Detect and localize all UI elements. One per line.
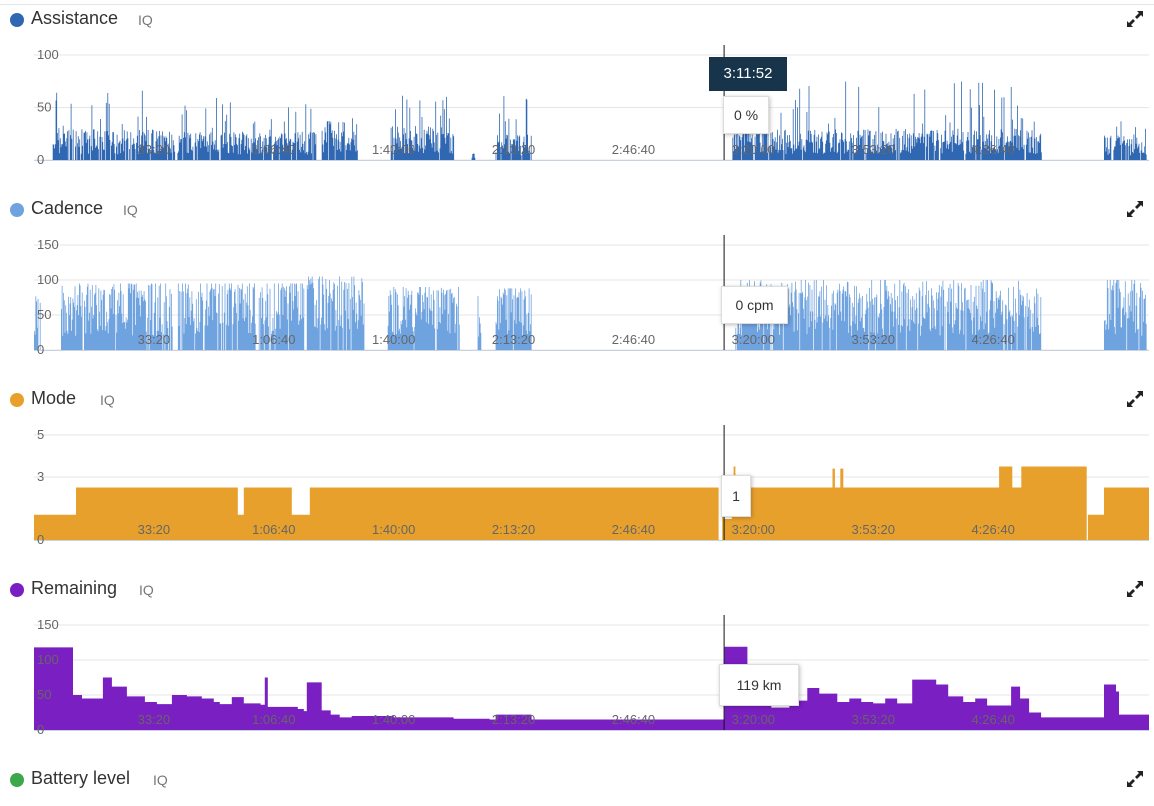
x-tick-label: 2:13:20 xyxy=(492,522,535,537)
x-tick-label: 4:26:40 xyxy=(971,142,1014,157)
x-tick-label: 3:20:00 xyxy=(732,522,775,537)
x-tick-label: 2:46:40 xyxy=(612,332,655,347)
x-tick-label: 33:20 xyxy=(138,712,171,727)
x-tick-label: 3:20:00 xyxy=(732,142,775,157)
x-tick-label: 1:06:40 xyxy=(252,332,295,347)
y-tick-label: 50 xyxy=(37,687,51,702)
y-tick-label: 100 xyxy=(37,47,59,62)
y-tick-label: 100 xyxy=(37,652,59,667)
x-tick-label: 4:26:40 xyxy=(971,332,1014,347)
x-tick-label: 3:53:20 xyxy=(852,522,895,537)
x-tick-label: 3:53:20 xyxy=(852,712,895,727)
mode-value-tooltip: 1 xyxy=(721,475,751,517)
mode-panel: Mode IQ 0 3 5 33:20 1:06:40 1:40:00 2:13:20 2:4… xyxy=(0,385,1154,575)
y-tick-label: 150 xyxy=(37,237,59,252)
iq-label[interactable]: IQ xyxy=(153,772,168,788)
cadence-value-tooltip: 0 cpm xyxy=(721,286,788,324)
remaining-value-tooltip: 119 km xyxy=(719,664,799,706)
remaining-chart[interactable]: 0 50 100 150 33:20 1:06:40 1:40:00 2:13:20 2:46:… xyxy=(0,575,1154,765)
y-tick-label: 0 xyxy=(37,722,44,737)
x-tick-label: 33:20 xyxy=(138,142,171,157)
assistance-panel: Assistance IQ 0 50 100 33:20 1:06:40 1:40:00 2… xyxy=(0,5,1154,195)
x-tick-label: 2:46:40 xyxy=(612,712,655,727)
y-tick-label: 50 xyxy=(37,307,51,322)
y-tick-label: 150 xyxy=(37,617,59,632)
x-tick-label: 2:46:40 xyxy=(612,142,655,157)
y-tick-label: 3 xyxy=(37,469,44,484)
x-tick-label: 1:40:00 xyxy=(372,142,415,157)
x-tick-label: 1:06:40 xyxy=(252,522,295,537)
y-tick-label: 100 xyxy=(37,272,59,287)
x-tick-label: 2:13:20 xyxy=(492,332,535,347)
x-tick-label: 3:53:20 xyxy=(852,142,895,157)
x-tick-label: 1:06:40 xyxy=(252,712,295,727)
x-tick-label: 33:20 xyxy=(138,522,171,537)
assistance-chart[interactable]: 0 50 100 33:20 1:06:40 1:40:00 2:13:20 2:46:40 3… xyxy=(0,5,1154,195)
mode-chart[interactable]: 0 3 5 33:20 1:06:40 1:40:00 2:13:20 2:46:40 3:20… xyxy=(0,385,1154,575)
x-tick-label: 4:26:40 xyxy=(971,522,1014,537)
y-tick-label: 0 xyxy=(37,152,44,167)
cursor-time-tooltip: 3:11:52 xyxy=(709,57,787,91)
remaining-panel: Remaining IQ 0 50 100 150 33:20 1:06:40 1:40:0… xyxy=(0,575,1154,765)
panel-title: Battery level xyxy=(31,768,131,788)
y-tick-label: 50 xyxy=(37,100,51,115)
x-tick-label: 2:13:20 xyxy=(492,712,535,727)
x-tick-label: 1:40:00 xyxy=(372,712,415,727)
series-color-dot xyxy=(10,773,24,787)
x-tick-label: 3:20:00 xyxy=(732,712,775,727)
y-tick-label: 0 xyxy=(37,532,44,547)
x-tick-label: 2:13:20 xyxy=(492,142,535,157)
cadence-chart[interactable]: 0 50 100 150 33:20 1:06:40 1:40:00 2:13:20 2:46:… xyxy=(0,195,1154,385)
x-tick-label: 4:26:40 xyxy=(971,712,1014,727)
y-tick-label: 5 xyxy=(37,427,44,442)
x-tick-label: 3:53:20 xyxy=(852,332,895,347)
assistance-value-tooltip: 0 % xyxy=(723,96,769,134)
panel-header: Battery level IQ xyxy=(10,765,1154,793)
x-tick-label: 1:06:40 xyxy=(252,142,295,157)
x-tick-label: 2:46:40 xyxy=(612,522,655,537)
x-tick-label: 1:40:00 xyxy=(372,522,415,537)
expand-arrows-icon[interactable] xyxy=(1126,770,1144,788)
x-tick-label: 33:20 xyxy=(138,332,171,347)
x-tick-label: 3:20:00 xyxy=(732,332,775,347)
cadence-panel: Cadence IQ 0 50 100 150 33:20 1:06:40 1:40:00 2… xyxy=(0,195,1154,385)
y-tick-label: 0 xyxy=(37,342,44,357)
battery-level-panel: Battery level IQ xyxy=(0,765,1154,806)
x-tick-label: 1:40:00 xyxy=(372,332,415,347)
